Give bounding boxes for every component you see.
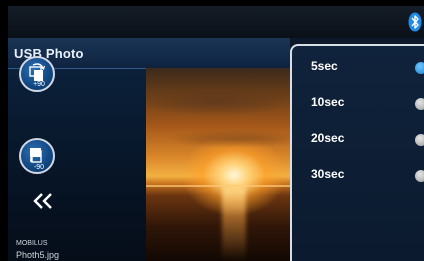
slideshow-interval-menu: 5sec 10sec 20sec 30sec: [290, 44, 424, 261]
radio-unselected-icon[interactable]: [415, 134, 424, 146]
photo-view[interactable]: [146, 68, 290, 261]
photo-horizon: [146, 185, 290, 187]
interval-option-label: 30sec: [311, 167, 345, 181]
radio-unselected-icon[interactable]: [415, 98, 424, 110]
interval-option-label: 20sec: [311, 131, 345, 145]
bluetooth-icon: [408, 12, 422, 32]
photo-sun-reflection: [222, 187, 246, 261]
photo-cloud: [146, 88, 290, 116]
rotate-cw-label: +90: [33, 81, 45, 88]
interval-option-20sec[interactable]: 20sec: [292, 122, 424, 158]
back-icon[interactable]: [32, 192, 54, 210]
interval-option-10sec[interactable]: 10sec: [292, 86, 424, 122]
rotate-cw-button[interactable]: +90: [19, 56, 55, 92]
status-bar: [8, 6, 424, 38]
media-source: MOBILUS: [16, 240, 48, 247]
rotate-ccw-label: -90: [33, 164, 45, 171]
screen: USB Photo +90 -90 MOBILUS Photh5.jpg 5se…: [8, 6, 424, 261]
interval-option-30sec[interactable]: 30sec: [292, 158, 424, 194]
file-name: Photh5.jpg: [16, 250, 60, 260]
radio-unselected-icon[interactable]: [415, 170, 424, 182]
rotate-ccw-button[interactable]: -90: [19, 138, 55, 174]
interval-option-label: 5sec: [311, 59, 338, 73]
interval-option-label: 10sec: [311, 95, 345, 109]
radio-selected-icon[interactable]: [415, 62, 424, 74]
interval-option-5sec[interactable]: 5sec: [292, 50, 424, 86]
photo-cloud: [166, 130, 290, 148]
